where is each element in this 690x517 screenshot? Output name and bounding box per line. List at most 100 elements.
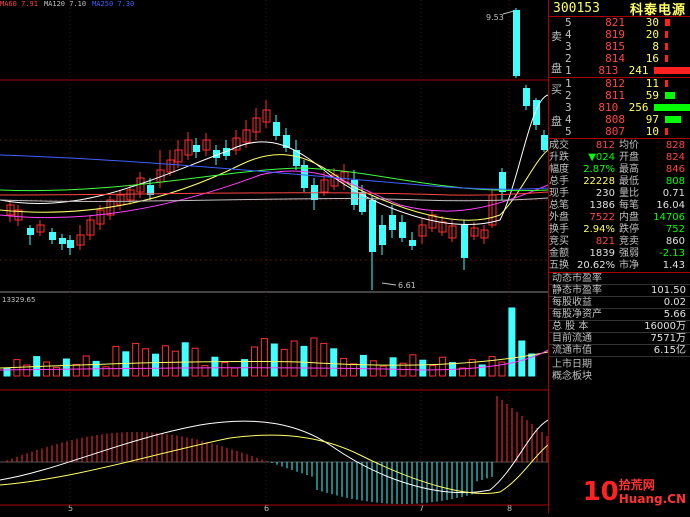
- stat-row: 竞买 821 竞卖 860: [549, 236, 690, 248]
- stat-row: 幅度 2.87% 最高 846: [549, 164, 690, 176]
- stat-label: 量比: [619, 188, 639, 199]
- volume-bar: [72, 363, 80, 377]
- volume-bar: [665, 31, 669, 38]
- stat-row: 现手 230 量比 0.71: [549, 188, 690, 200]
- stat-value: 812: [595, 140, 615, 151]
- candle-body: [351, 180, 358, 205]
- ma120-label: MA120 7.10: [43, 0, 87, 8]
- volume-bar: [508, 307, 516, 377]
- candle-body: [389, 215, 396, 230]
- stat-row: 换手 2.94% 跌停 752: [549, 224, 690, 236]
- stat-value: 1.43: [662, 260, 685, 271]
- fundamentals-table: 动态市盈率 静态市盈率 101.50 每股收益 0.02 每股净资产 5.66 总 股 本 16…: [549, 273, 690, 357]
- candle-body: [523, 88, 530, 106]
- buy-row[interactable]: 3 810 256: [565, 102, 690, 114]
- candle-body: [273, 122, 280, 136]
- stock-header: 300153 科泰电源: [549, 0, 690, 18]
- volume-bar: [270, 343, 278, 377]
- stat-label: 开盘: [619, 152, 639, 163]
- stat-label: 均价: [619, 140, 639, 151]
- stock-name: 科泰电源: [629, 2, 686, 18]
- sell-book: 卖盘 5 821 30 4 819 20 3 815 8 2 814 16 1 813 241: [549, 17, 690, 78]
- fundamental-label: 每股净资产: [552, 309, 602, 320]
- concept-sector-label[interactable]: 概念板块: [552, 371, 687, 383]
- volume-bar: [419, 359, 427, 377]
- stat-value: 230: [595, 188, 615, 199]
- candle-body: [193, 145, 200, 152]
- candle-body: [27, 228, 34, 235]
- ma-legend: MA60 7.91 MA120 7.10 MA250 7.30: [0, 0, 134, 8]
- sell-row[interactable]: 5 821 30: [565, 17, 690, 29]
- price-high-label: 9.53: [486, 13, 504, 22]
- volume-bar: [3, 367, 11, 377]
- volume-bar: [665, 92, 675, 99]
- stock-code[interactable]: 300153: [553, 1, 600, 16]
- volume-bar: [429, 365, 437, 377]
- price-low-label: 6.61: [398, 281, 416, 290]
- sell-row[interactable]: 1 813 241: [565, 65, 690, 77]
- stat-label: 幅度: [549, 164, 569, 175]
- stat-value: 1839: [589, 248, 615, 259]
- volume-bar: [112, 345, 120, 377]
- volume-label: 13329.65: [2, 296, 35, 304]
- stat-label: 强弱: [619, 248, 639, 259]
- sell-row[interactable]: 2 814 16: [565, 53, 690, 65]
- stat-row: 总笔 1386 每笔 16.04: [549, 200, 690, 212]
- fundamental-label: 动态市盈率: [552, 273, 602, 284]
- fundamental-row: 动态市盈率: [549, 273, 690, 285]
- stat-label: 换手: [549, 224, 569, 235]
- buy-row[interactable]: 2 811 59: [565, 90, 690, 102]
- buy-book: 买盘 1 812 11 2 811 59 3 810 256 4 808 97 5 807 10: [549, 78, 690, 139]
- stat-label: 跌停: [619, 224, 639, 235]
- stat-value: 828: [665, 140, 685, 151]
- fundamental-value: 6.15亿: [653, 345, 686, 356]
- listing-date-label[interactable]: 上市日期: [552, 359, 687, 371]
- volume-bar: [181, 342, 189, 377]
- fundamental-value: 16000万: [644, 321, 686, 332]
- buy-side-label: 买盘: [551, 83, 562, 128]
- stat-row: 外盘 7522 内盘 14706: [549, 212, 690, 224]
- volume-bar: [665, 55, 668, 62]
- stat-value: 22228: [583, 176, 615, 187]
- sell-row[interactable]: 4 819 20: [565, 29, 690, 41]
- volume: 10: [645, 125, 659, 138]
- quote-panel: 300153 科泰电源 卖盘 5 821 30 4 819 20 3 815 8 2 814 16 1 8…: [548, 0, 690, 513]
- stat-row: 成交 812 均价 828: [549, 140, 690, 152]
- stat-row: 升跌 ▼024 开盘 824: [549, 152, 690, 164]
- fundamental-value: 7571万: [650, 333, 686, 344]
- fundamental-value: 0.02: [663, 297, 686, 308]
- stat-label: 成交: [549, 140, 569, 151]
- sell-side-label: 卖盘: [551, 30, 562, 75]
- sell-row[interactable]: 3 815 8: [565, 41, 690, 53]
- quote-stats: 成交 812 均价 828 升跌 ▼024 开盘 824 幅度 2.87% 最高 846 总手 22228…: [549, 139, 690, 273]
- stat-value: 2.94%: [583, 224, 615, 235]
- candle-body: [399, 222, 406, 238]
- volume-bar: [409, 354, 417, 377]
- stat-value: 846: [665, 164, 685, 175]
- volume-bar: [359, 354, 367, 377]
- volume-bar: [82, 355, 90, 377]
- ma60-label: MA60 7.91: [0, 0, 38, 8]
- ma250-line: [0, 154, 549, 190]
- buy-row[interactable]: 4 808 97: [565, 114, 690, 126]
- stat-value: 14706: [653, 212, 685, 223]
- buy-row[interactable]: 1 812 11: [565, 78, 690, 90]
- stat-value: 2.87%: [583, 164, 615, 175]
- ma30-line: [0, 167, 549, 192]
- fundamental-row: 流通市值 6.15亿: [549, 345, 690, 357]
- volume-bar: [171, 350, 179, 377]
- volume-bar: [340, 357, 348, 377]
- volume-bar: [665, 116, 682, 123]
- kline-chart-area[interactable]: 9.53 6.61 13329.65 5 6 7 8 MA60 7.91 MA120 7.1…: [0, 0, 549, 513]
- volume-bar: [161, 345, 169, 377]
- volume-bar: [152, 353, 159, 377]
- stat-value: 7522: [589, 212, 615, 223]
- volume: 241: [628, 64, 649, 77]
- stat-label: 竞买: [549, 236, 569, 247]
- buy-row[interactable]: 5 807 10: [565, 126, 690, 138]
- candlestick-chart[interactable]: 9.536.6113329.655 6 7 8: [0, 0, 549, 513]
- stat-label: 五换: [549, 260, 569, 271]
- level-label: 5: [565, 125, 572, 138]
- stat-row: 金额 1839 强弱 -2.13: [549, 248, 690, 260]
- candle-body: [541, 135, 548, 150]
